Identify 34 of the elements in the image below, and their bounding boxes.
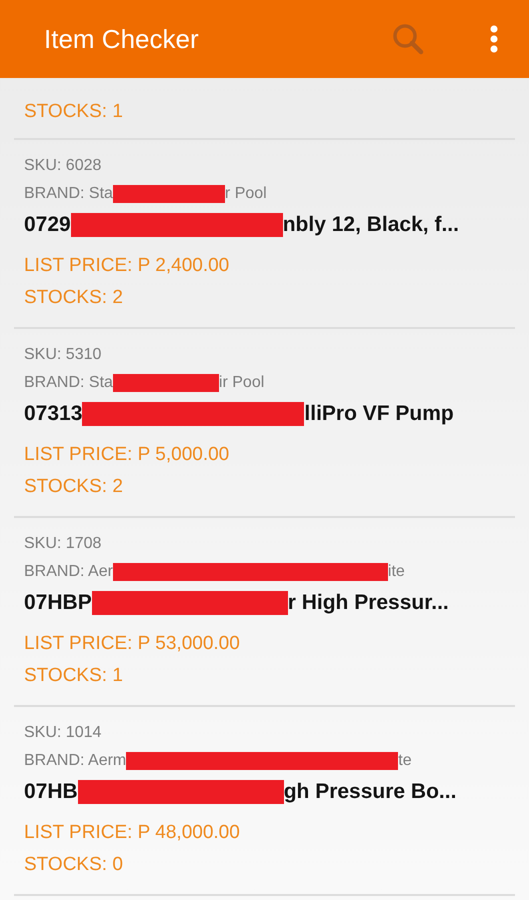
brand-label: BRAND: Aer	[24, 562, 113, 582]
brand-label: te	[398, 751, 412, 771]
brand-label: r Pool	[224, 184, 267, 204]
stock-count: STOCKS: 2	[24, 286, 124, 310]
more-icon	[489, 25, 499, 53]
list-price: LIST PRICE: P 5,000.00	[24, 443, 230, 467]
sku-label: SKU: 1708	[24, 534, 102, 554]
stock-count: STOCKS: 0	[24, 853, 124, 877]
brand-label: BRAND: Sta	[24, 184, 113, 204]
stock-count: STOCKS: 2	[24, 475, 124, 499]
sku-label: SKU: 5310	[24, 345, 102, 365]
overflow-menu-button[interactable]	[489, 25, 499, 53]
item-name: lliPro VF Pump	[304, 401, 454, 427]
brand-label: ir Pool	[218, 373, 264, 393]
sku-label: SKU: 1014	[24, 723, 102, 743]
list-price: LIST PRICE: P 2,400.00	[24, 254, 230, 278]
item-name: 07313	[24, 401, 82, 427]
item-name: nbly 12, Black, f...	[282, 212, 459, 238]
brand-label: BRAND: Sta	[24, 373, 113, 393]
stock-count: STOCKS: 1	[24, 664, 124, 688]
item-name: r High Pressur...	[288, 590, 449, 616]
search-icon	[391, 22, 425, 56]
sku-label: SKU: 6028	[24, 156, 102, 176]
item-name: 07HBP	[24, 590, 92, 616]
item-name: 07HB	[24, 779, 78, 805]
brand-label: BRAND: Aerm	[24, 751, 126, 771]
item-name: gh Pressure Bo...	[284, 779, 456, 805]
stock-count: STOCKS: 1	[24, 100, 124, 124]
item-name: 0729	[24, 212, 71, 238]
list-price: LIST PRICE: P 48,000.00	[24, 821, 241, 845]
app-title: Item Checker	[44, 24, 200, 54]
brand-label: ite	[388, 562, 405, 582]
search-button[interactable]	[391, 22, 425, 56]
list-price: LIST PRICE: P 53,000.00	[24, 632, 241, 656]
